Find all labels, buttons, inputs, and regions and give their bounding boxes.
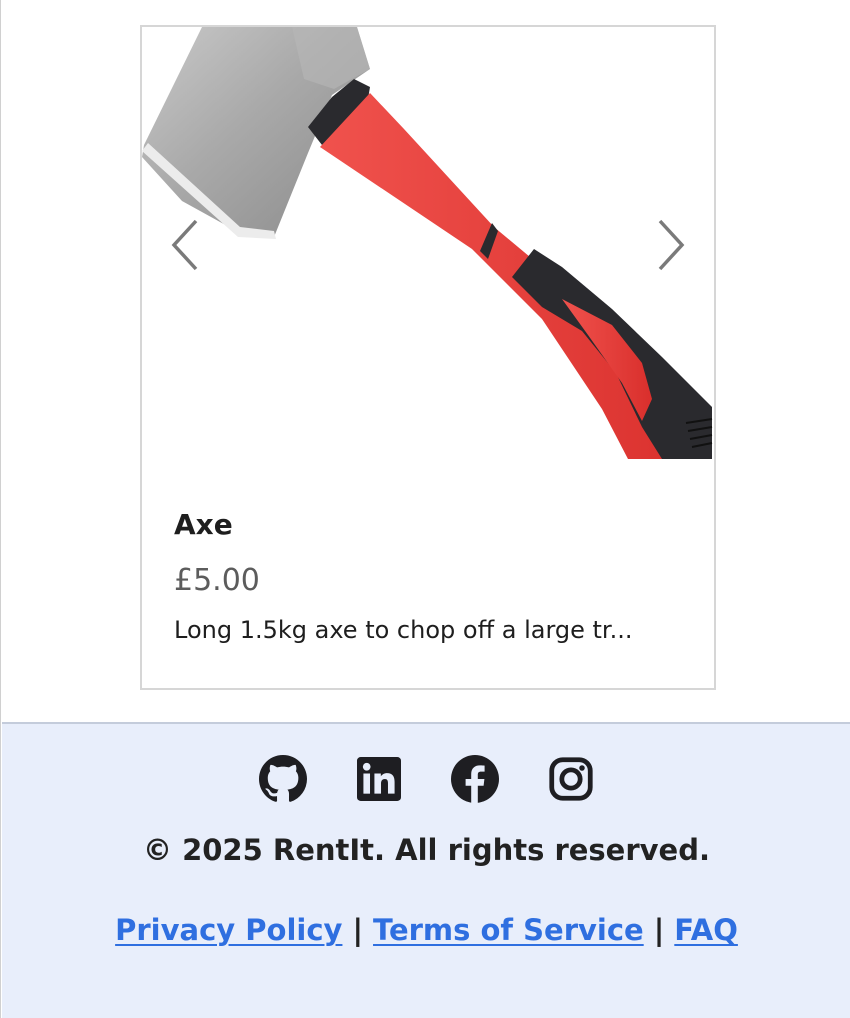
page: Axe £5.00 Long 1.5kg axe to chop off a l… [0, 0, 850, 1018]
instagram-icon [548, 757, 593, 801]
terms-of-service-link[interactable]: Terms of Service [373, 913, 644, 947]
linkedin-link[interactable] [354, 754, 404, 804]
axe-image [142, 27, 713, 459]
product-name[interactable]: Axe [174, 505, 694, 545]
chevron-left-icon [171, 219, 198, 271]
site-footer: © 2025 RentIt. All rights reserved. Priv… [2, 722, 850, 1018]
github-icon [258, 755, 307, 802]
product-card[interactable]: Axe £5.00 Long 1.5kg axe to chop off a l… [140, 25, 716, 690]
product-description: Long 1.5kg axe to chop off a large tr... [174, 616, 633, 644]
social-links [2, 754, 850, 810]
privacy-policy-link[interactable]: Privacy Policy [115, 913, 342, 947]
copyright-text: © 2025 RentIt. All rights reserved. [142, 833, 710, 867]
chevron-right-icon [658, 219, 685, 271]
image-carousel[interactable] [142, 27, 714, 459]
link-separator: | [653, 913, 665, 947]
product-card-body: Axe £5.00 Long 1.5kg axe to chop off a l… [174, 505, 694, 647]
faq-link[interactable]: FAQ [674, 913, 738, 947]
product-price: £5.00 [174, 563, 260, 598]
facebook-icon [450, 755, 499, 803]
facebook-link[interactable] [450, 754, 500, 804]
linkedin-icon [356, 757, 401, 801]
github-link[interactable] [258, 754, 308, 804]
carousel-next-button[interactable] [650, 215, 690, 275]
instagram-link[interactable] [546, 754, 596, 804]
link-separator: | [352, 913, 364, 947]
legal-links: Privacy Policy | Terms of Service | FAQ [2, 910, 850, 950]
carousel-prev-button[interactable] [166, 215, 206, 275]
